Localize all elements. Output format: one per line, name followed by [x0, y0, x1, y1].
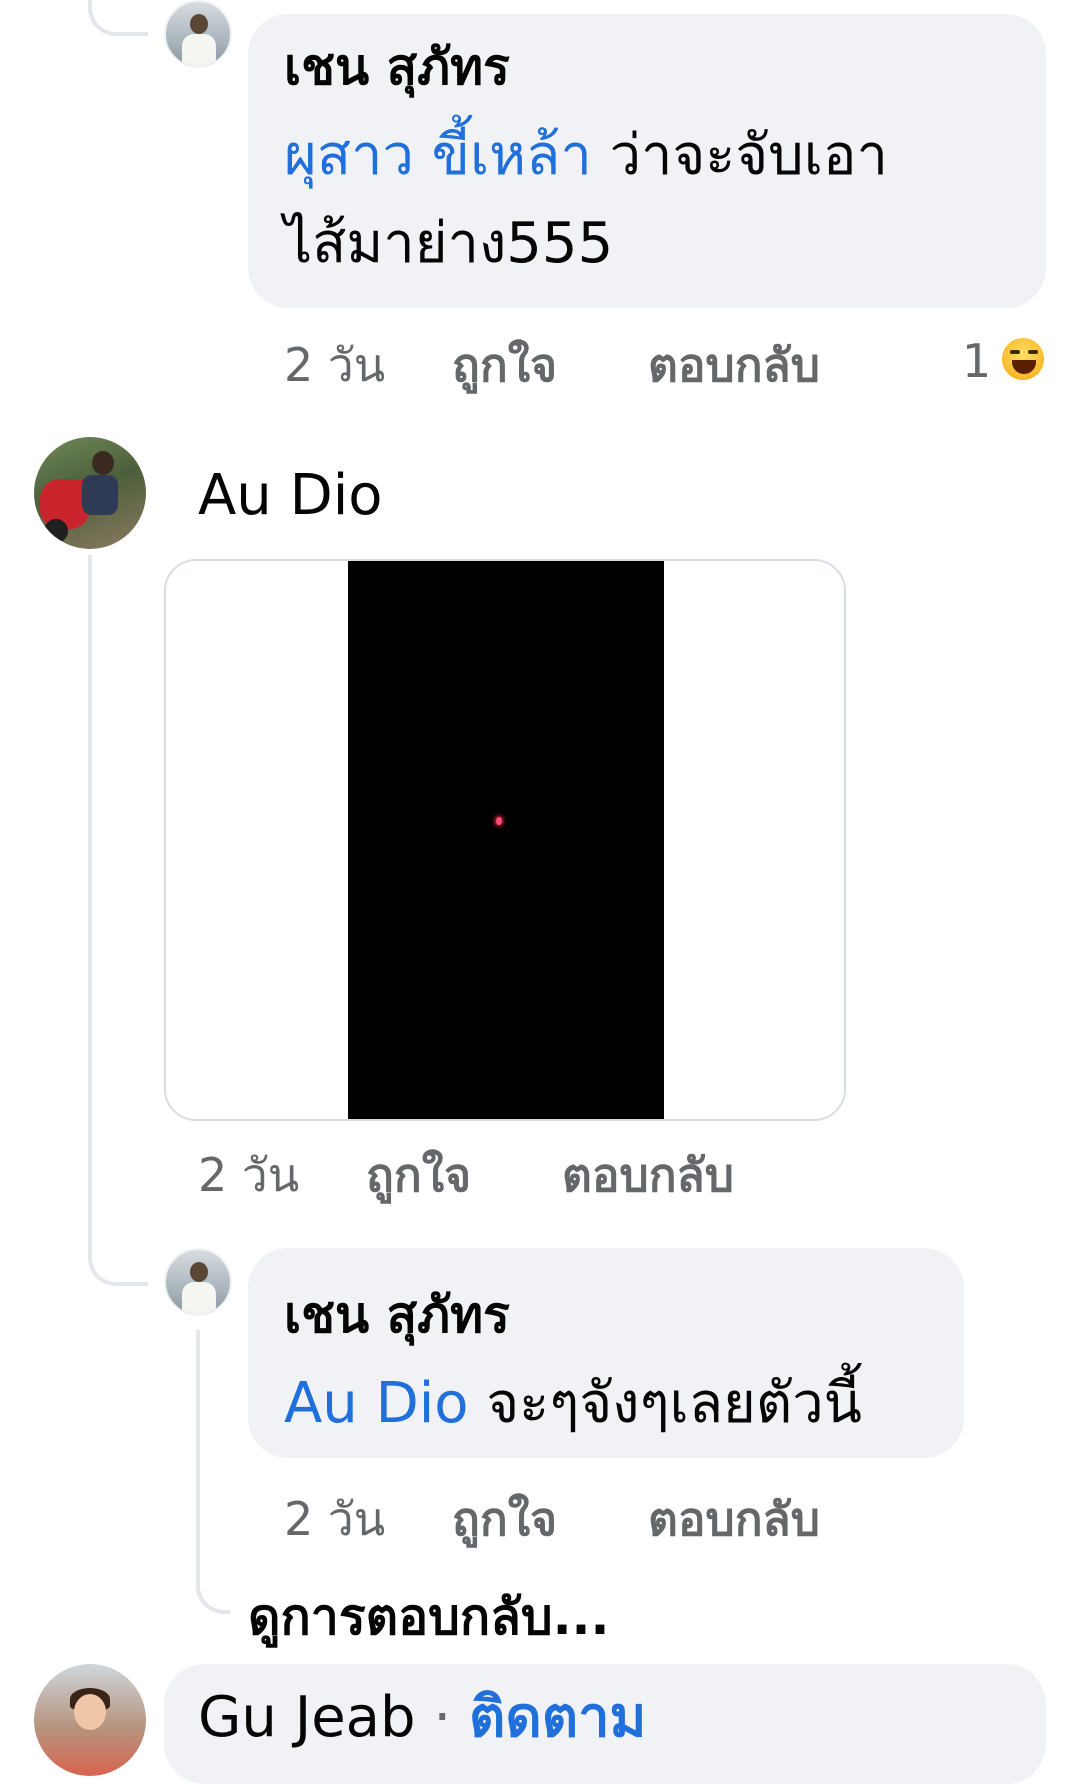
thread-line-reply — [196, 1330, 200, 1590]
thread-connector-reply — [88, 1220, 148, 1286]
comment-author: Gu Jeab · ติดตาม — [198, 1690, 646, 1746]
avatar-head — [190, 1262, 208, 1282]
haha-eye-left-icon — [1010, 350, 1020, 354]
avatar-body — [82, 475, 118, 515]
follow-button[interactable]: ติดตาม — [469, 1685, 646, 1750]
avatar[interactable] — [164, 0, 232, 68]
avatar-head — [92, 451, 114, 475]
thread-connector-view-replies — [196, 1570, 230, 1614]
reaction-count[interactable]: 1 — [962, 338, 991, 384]
light-dot — [496, 817, 502, 825]
avatar-wheel — [44, 519, 68, 543]
comment-text-part: จะๆจังๆเลยตัวนี้ — [468, 1371, 862, 1436]
comment-text-part: ว่าจะจับเอา — [591, 123, 888, 188]
reply-button[interactable]: ตอบกลับ — [648, 1496, 820, 1542]
comment-text: Au Dio จะๆจังๆเลยตัวนี้ — [284, 1360, 964, 1448]
avatar[interactable] — [34, 1664, 146, 1776]
comment-timestamp[interactable]: 2 วัน — [198, 1152, 299, 1198]
mention-link[interactable]: ผุสาว ขี้เหล้า — [284, 123, 592, 188]
comment-text: ผุสาว ขี้เหล้า ว่าจะจับเอา ไส้มาย่าง555 — [284, 112, 1024, 288]
avatar-head — [190, 14, 208, 34]
haha-eye-right-icon — [1028, 350, 1038, 354]
view-replies-link[interactable]: ดูการตอบกลับ... — [248, 1592, 610, 1642]
mention-link[interactable]: Au Dio — [284, 1371, 469, 1436]
thread-connector-top — [88, 0, 148, 36]
avatar[interactable] — [164, 1248, 232, 1316]
like-button[interactable]: ถูกใจ — [366, 1152, 471, 1198]
photo — [348, 561, 664, 1119]
avatar-shirt — [182, 34, 216, 66]
avatar[interactable] — [34, 437, 146, 549]
comment-author[interactable]: เชน สุภัทร — [284, 42, 510, 92]
comment-author[interactable]: เชน สุภัทร — [284, 1290, 510, 1340]
haha-icon[interactable] — [1000, 336, 1046, 382]
thread-line-main — [88, 555, 92, 1255]
separator: · — [433, 1685, 452, 1750]
comment-author-name[interactable]: Gu Jeab — [198, 1685, 416, 1750]
comment-image-attachment[interactable] — [164, 559, 846, 1121]
avatar-head — [74, 1694, 106, 1730]
haha-mouth-icon — [1012, 360, 1036, 374]
comment-timestamp[interactable]: 2 วัน — [284, 342, 385, 388]
comment-timestamp[interactable]: 2 วัน — [284, 1496, 385, 1542]
comment-text-part: ไส้มาย่าง555 — [284, 211, 614, 276]
like-button[interactable]: ถูกใจ — [452, 342, 557, 388]
avatar-shirt — [182, 1282, 216, 1314]
reply-button[interactable]: ตอบกลับ — [648, 342, 820, 388]
comment-author[interactable]: Au Dio — [198, 468, 383, 524]
reply-button[interactable]: ตอบกลับ — [562, 1152, 734, 1198]
like-button[interactable]: ถูกใจ — [452, 1496, 557, 1542]
